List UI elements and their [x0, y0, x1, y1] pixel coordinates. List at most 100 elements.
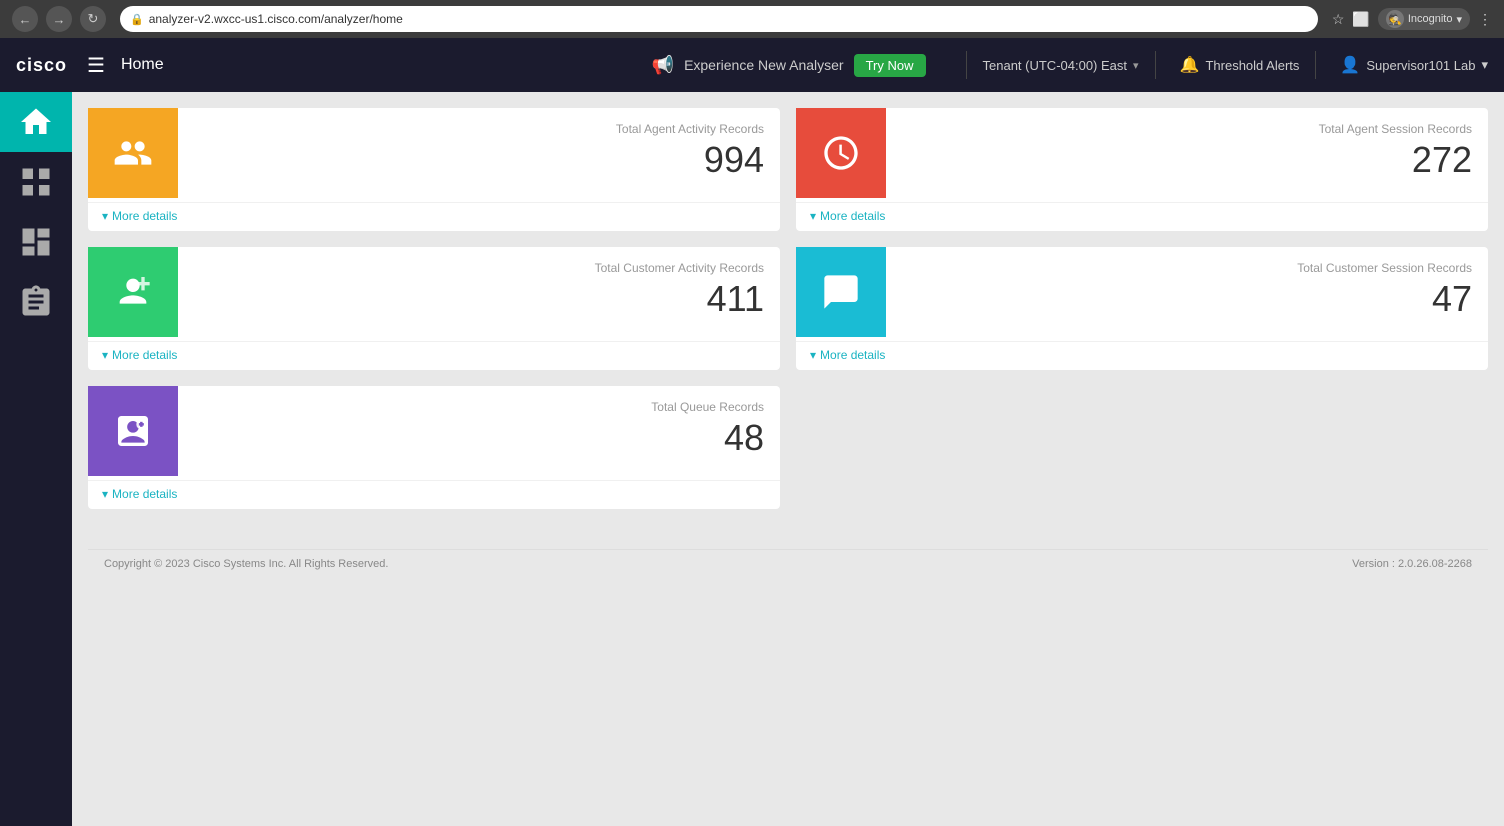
incognito-icon: 🕵	[1386, 10, 1404, 28]
incognito-badge: 🕵 Incognito ▾	[1378, 8, 1470, 30]
experience-banner: 📢 Experience New Analyser Try Now	[652, 54, 926, 77]
sidebar-item-home[interactable]	[0, 92, 72, 152]
app-body: Total Agent Activity Records 994 ▾ More …	[0, 92, 1504, 826]
main-content: Total Agent Activity Records 994 ▾ More …	[72, 92, 1504, 826]
user-menu-arrow: ▾	[1481, 57, 1488, 73]
card-icon-customer-activity	[88, 247, 178, 337]
card-footer-agent-session: ▾ More details	[796, 202, 1488, 231]
url-text: analyzer-v2.wxcc-us1.cisco.com/analyzer/…	[149, 12, 403, 26]
hamburger-menu-button[interactable]: ☰	[83, 49, 109, 82]
refresh-button[interactable]: ↻	[80, 6, 106, 32]
header-divider-3	[1315, 51, 1316, 79]
more-options-icon[interactable]: ⋮	[1478, 11, 1492, 28]
incognito-arrow: ▾	[1456, 13, 1462, 26]
experience-text: Experience New Analyser	[684, 57, 844, 73]
card-label-agent-activity: Total Agent Activity Records	[194, 122, 764, 136]
customer-activity-icon	[113, 272, 153, 312]
tenant-selector[interactable]: Tenant (UTC-04:00) East ▾	[983, 58, 1139, 73]
card-icon-queue-records	[88, 386, 178, 476]
customer-session-icon	[821, 272, 861, 312]
more-details-text-1: More details	[112, 209, 177, 223]
chevron-down-icon-3: ▾	[102, 348, 108, 362]
cisco-logo: cisco	[16, 55, 67, 76]
sidebar	[0, 92, 72, 826]
dashboard-icon	[18, 224, 54, 260]
user-menu-button[interactable]: 👤 Supervisor101 Lab ▾	[1340, 55, 1488, 75]
chevron-down-icon-4: ▾	[810, 348, 816, 362]
more-details-text-3: More details	[112, 348, 177, 362]
agent-session-icon	[821, 133, 861, 173]
more-details-text-2: More details	[820, 209, 885, 223]
card-icon-agent-activity	[88, 108, 178, 198]
card-icon-agent-session	[796, 108, 886, 198]
megaphone-icon: 📢	[652, 55, 674, 76]
version-text: Version : 2.0.26.08-2268	[1352, 558, 1472, 570]
card-customer-activity: Total Customer Activity Records 411 ▾ Mo…	[88, 247, 780, 370]
page-title: Home	[121, 56, 164, 74]
lock-icon: 🔒	[130, 13, 144, 26]
forward-button[interactable]: →	[46, 6, 72, 32]
card-inner-5: Total Queue Records 48	[88, 386, 780, 476]
app-header: cisco ☰ Home 📢 Experience New Analyser T…	[0, 38, 1504, 92]
threshold-alerts-label: Threshold Alerts	[1205, 58, 1299, 73]
back-button[interactable]: ←	[12, 6, 38, 32]
clipboard-icon	[18, 284, 54, 320]
card-queue-records: Total Queue Records 48 ▾ More details	[88, 386, 780, 509]
more-details-link-agent-activity[interactable]: ▾ More details	[102, 209, 766, 223]
agent-activity-icon	[113, 133, 153, 173]
card-value-customer-session: 47	[902, 279, 1472, 319]
header-divider-2	[1155, 51, 1156, 79]
browser-right-icons: ☆ ⬜ 🕵 Incognito ▾ ⋮	[1332, 8, 1492, 30]
tenant-label: Tenant (UTC-04:00) East	[983, 58, 1128, 73]
chevron-down-icon-2: ▾	[810, 209, 816, 223]
card-value-queue-records: 48	[194, 418, 764, 458]
more-details-link-queue-records[interactable]: ▾ More details	[102, 487, 766, 501]
card-footer-agent-activity: ▾ More details	[88, 202, 780, 231]
chevron-down-icon-5: ▾	[102, 487, 108, 501]
card-label-agent-session: Total Agent Session Records	[902, 122, 1472, 136]
more-details-text-4: More details	[820, 348, 885, 362]
user-icon: 👤	[1340, 55, 1360, 75]
card-agent-session: Total Agent Session Records 272 ▾ More d…	[796, 108, 1488, 231]
card-inner: Total Agent Activity Records 994	[88, 108, 780, 198]
bell-icon: 🔔	[1180, 55, 1200, 75]
card-inner-2: Total Agent Session Records 272	[796, 108, 1488, 198]
more-details-link-customer-session[interactable]: ▾ More details	[810, 348, 1474, 362]
browser-chrome: ← → ↻ 🔒 analyzer-v2.wxcc-us1.cisco.com/a…	[0, 0, 1504, 38]
card-label-queue-records: Total Queue Records	[194, 400, 764, 414]
sidebar-item-visualizations[interactable]	[0, 152, 72, 212]
card-label-customer-activity: Total Customer Activity Records	[194, 261, 764, 275]
tab-icon[interactable]: ⬜	[1352, 11, 1369, 28]
card-icon-customer-session	[796, 247, 886, 337]
threshold-alerts-button[interactable]: 🔔 Threshold Alerts	[1180, 55, 1300, 75]
card-content-customer-activity: Total Customer Activity Records 411	[178, 247, 780, 337]
tenant-dropdown-arrow: ▾	[1133, 59, 1139, 72]
card-footer-queue-records: ▾ More details	[88, 480, 780, 509]
copyright-text: Copyright © 2023 Cisco Systems Inc. All …	[104, 558, 388, 570]
card-inner-3: Total Customer Activity Records 411	[88, 247, 780, 337]
incognito-label: Incognito	[1408, 13, 1453, 25]
card-footer-customer-activity: ▾ More details	[88, 341, 780, 370]
address-bar[interactable]: 🔒 analyzer-v2.wxcc-us1.cisco.com/analyze…	[120, 6, 1318, 32]
sidebar-item-reports[interactable]	[0, 272, 72, 332]
card-content-queue-records: Total Queue Records 48	[178, 386, 780, 476]
card-content-agent-session: Total Agent Session Records 272	[886, 108, 1488, 198]
card-value-customer-activity: 411	[194, 279, 764, 319]
card-footer-customer-session: ▾ More details	[796, 341, 1488, 370]
more-details-link-agent-session[interactable]: ▾ More details	[810, 209, 1474, 223]
sidebar-item-dashboard[interactable]	[0, 212, 72, 272]
card-label-customer-session: Total Customer Session Records	[902, 261, 1472, 275]
more-details-link-customer-activity[interactable]: ▾ More details	[102, 348, 766, 362]
chevron-down-icon-1: ▾	[102, 209, 108, 223]
app-footer: Copyright © 2023 Cisco Systems Inc. All …	[88, 549, 1488, 578]
card-inner-4: Total Customer Session Records 47	[796, 247, 1488, 337]
star-icon[interactable]: ☆	[1332, 11, 1345, 28]
cisco-logo-text: cisco	[16, 55, 67, 76]
card-customer-session: Total Customer Session Records 47 ▾ More…	[796, 247, 1488, 370]
more-details-text-5: More details	[112, 487, 177, 501]
card-value-agent-activity: 994	[194, 140, 764, 180]
grid-icon	[18, 164, 54, 200]
home-icon	[18, 104, 54, 140]
try-now-button[interactable]: Try Now	[854, 54, 926, 77]
queue-records-icon	[113, 411, 153, 451]
